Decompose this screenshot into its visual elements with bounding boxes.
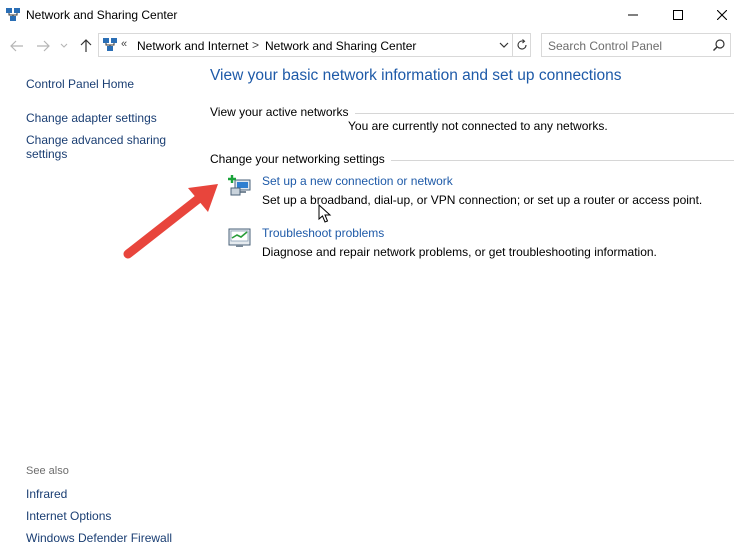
up-button[interactable] <box>77 37 95 55</box>
title-bar: Network and Sharing Center <box>0 0 741 30</box>
address-overflow-button[interactable]: « <box>121 38 127 50</box>
networking-settings-section: Change your networking settings <box>210 152 734 168</box>
recent-locations-button[interactable] <box>58 37 70 55</box>
new-connection-icon <box>228 175 252 197</box>
see-also-internet-options-link[interactable]: Internet Options <box>26 509 186 523</box>
maximize-button[interactable] <box>656 0 700 30</box>
page-title: View your basic network information and … <box>210 67 622 84</box>
no-network-message: You are currently not connected to any n… <box>348 119 608 133</box>
minimize-button[interactable] <box>611 0 655 30</box>
networking-settings-heading: Change your networking settings <box>210 152 391 166</box>
task-pane: Control Panel Home Change adapter settin… <box>0 60 196 560</box>
network-center-icon <box>103 38 117 52</box>
see-also-heading: See also <box>26 465 69 477</box>
troubleshoot-problems-link[interactable]: Troubleshoot problems <box>262 226 384 240</box>
annotation-arrow-icon <box>123 184 218 259</box>
search-input[interactable] <box>548 38 708 54</box>
troubleshoot-icon <box>228 227 252 249</box>
setup-new-connection-link[interactable]: Set up a new connection or network <box>262 174 453 188</box>
breadcrumb-network-and-internet[interactable]: Network and Internet <box>137 39 248 53</box>
breadcrumb-network-and-sharing-center[interactable]: Network and Sharing Center <box>265 39 416 53</box>
search-box[interactable] <box>541 33 731 57</box>
refresh-button[interactable] <box>513 33 531 57</box>
window-title: Network and Sharing Center <box>26 8 178 22</box>
navigation-bar: « Network and Internet > Network and Sha… <box>0 33 741 59</box>
network-center-icon <box>6 8 20 22</box>
troubleshoot-problems-description: Diagnose and repair network problems, or… <box>262 245 657 259</box>
control-panel-home-link[interactable]: Control Panel Home <box>26 77 186 91</box>
change-advanced-sharing-settings-link[interactable]: Change advanced sharing settings <box>26 133 171 161</box>
search-icon[interactable] <box>712 38 726 52</box>
close-button[interactable] <box>700 0 741 30</box>
chevron-down-icon[interactable] <box>497 38 511 52</box>
see-also-infrared-link[interactable]: Infrared <box>26 487 186 501</box>
forward-button[interactable] <box>34 37 52 55</box>
mouse-pointer-icon <box>318 204 332 223</box>
address-bar[interactable]: « Network and Internet > Network and Sha… <box>98 33 513 57</box>
active-networks-heading: View your active networks <box>210 105 355 119</box>
task-new-connection: Set up a new connection or network Set u… <box>228 174 734 210</box>
breadcrumb-separator[interactable]: > <box>252 38 259 52</box>
back-button[interactable] <box>8 37 26 55</box>
see-also-windows-defender-firewall-link[interactable]: Windows Defender Firewall <box>26 531 186 545</box>
task-troubleshoot: Troubleshoot problems Diagnose and repai… <box>228 226 734 262</box>
change-adapter-settings-link[interactable]: Change adapter settings <box>26 111 186 125</box>
